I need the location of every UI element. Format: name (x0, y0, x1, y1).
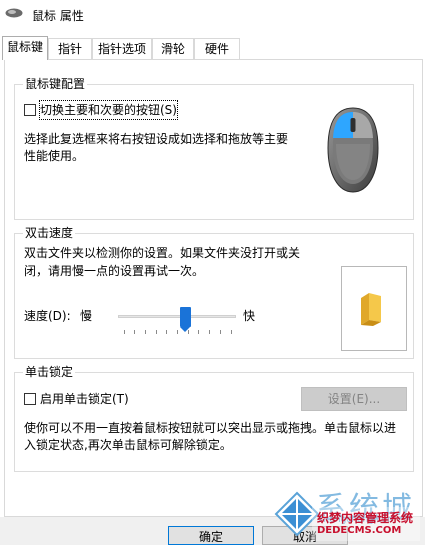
slider-track (118, 315, 236, 318)
double-click-description-2: 闭，请用慢一点的设置再试一次。 (24, 264, 205, 278)
slider-tick (166, 330, 167, 334)
slider-tick (209, 330, 210, 334)
click-lock-checkbox[interactable] (24, 393, 36, 405)
swap-buttons-checkbox[interactable] (24, 104, 36, 116)
tab-strip: 鼠标键 指针 指针选项 滑轮 硬件 (0, 36, 425, 60)
slider-tick (231, 330, 232, 334)
slider-tick (134, 330, 135, 334)
speed-slow-label: 慢 (80, 309, 93, 323)
button-config-title: 鼠标键配置 (23, 77, 88, 91)
double-click-speed-slider[interactable] (118, 307, 236, 336)
tab-wheel[interactable]: 滑轮 (152, 38, 194, 59)
watermark-red-url: DEDECMS.COM (317, 525, 402, 536)
tab-pointers[interactable]: 指针 (48, 38, 92, 59)
test-folder-area[interactable] (341, 266, 407, 351)
double-click-description-1: 双击文件夹以检测你的设置。如果文件夹没打开或关 (24, 246, 301, 260)
click-lock-description-2: 入锁定状态,再次单击鼠标可解除锁定。 (24, 438, 232, 452)
click-lock-label[interactable]: 启用单击锁定(T) (40, 390, 129, 408)
slider-tick (177, 330, 178, 334)
swap-buttons-label[interactable]: 切换主要和次要的按钮(S) (39, 100, 178, 120)
click-lock-description-1: 使你可以不用一直按着鼠标按钮就可以突出显示或拖拽。单击鼠标以进 (24, 421, 397, 435)
click-lock-settings-button[interactable]: 设置(E)... (301, 387, 407, 411)
window-title: 鼠标 属性 (32, 9, 84, 23)
folder-icon[interactable] (359, 292, 383, 326)
ok-button[interactable]: 确定 (168, 526, 254, 545)
click-lock-title: 单击锁定 (23, 365, 76, 379)
tab-buttons[interactable]: 鼠标键 (2, 36, 48, 60)
tab-pointer-options[interactable]: 指针选项 (92, 38, 152, 59)
button-config-description-1: 选择此复选框来将右按钮设成如选择和拖放等主要 (24, 132, 289, 146)
button-config-description-2: 性能使用。 (24, 149, 85, 163)
slider-tick (156, 330, 157, 334)
slider-tick (145, 330, 146, 334)
title-bar[interactable]: 鼠标 属性 (0, 0, 425, 30)
slider-tick (198, 330, 199, 334)
speed-label: 速度(D): (24, 309, 71, 323)
watermark: 系统城 xitongcheng.com 织梦内容管理系统 DEDECMS.COM (272, 485, 425, 545)
watermark-red-text: 织梦内容管理系统 (317, 511, 414, 525)
slider-tick (220, 330, 221, 334)
double-click-title: 双击速度 (23, 226, 76, 240)
mouse-app-icon (5, 8, 23, 18)
slider-tick (124, 330, 125, 334)
mouse-illustration (327, 107, 379, 193)
tab-hardware[interactable]: 硬件 (194, 38, 240, 59)
speed-fast-label: 快 (243, 309, 256, 323)
slider-thumb[interactable] (180, 307, 191, 332)
